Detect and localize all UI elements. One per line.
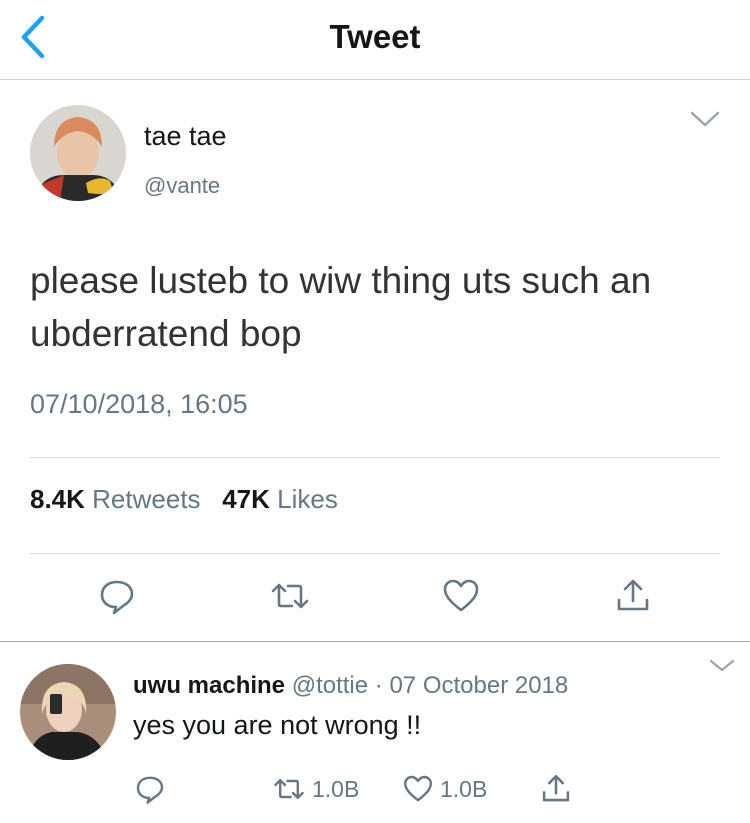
reply-action-bar: 1.0B 1.0B bbox=[0, 772, 750, 808]
retweet-icon bbox=[274, 779, 304, 799]
like-icon[interactable] bbox=[441, 576, 481, 616]
author-handle[interactable]: @vante bbox=[144, 173, 220, 199]
tweet-action-bar bbox=[0, 576, 750, 620]
navigation-bar: Tweet bbox=[0, 0, 750, 80]
reply-like-button[interactable]: 1.0B bbox=[402, 772, 487, 806]
likes-label[interactable]: Likes bbox=[277, 484, 338, 514]
share-icon[interactable] bbox=[613, 576, 653, 616]
section-separator bbox=[0, 641, 750, 642]
tweet-text: please lusteb to wiw thing uts such an u… bbox=[30, 260, 652, 354]
tweet-stats: 8.4K Retweets 47K Likes bbox=[30, 484, 338, 515]
author-name[interactable]: tae tae bbox=[144, 121, 227, 152]
avatar[interactable] bbox=[30, 105, 126, 201]
retweets-label[interactable]: Retweets bbox=[92, 484, 200, 514]
reply-retweet-button[interactable]: 1.0B bbox=[272, 772, 359, 806]
reply-likes-count: 1.0B bbox=[440, 775, 488, 802]
caret-down-icon[interactable] bbox=[708, 658, 736, 674]
reply-retweets-count: 1.0B bbox=[312, 775, 360, 802]
reply-icon[interactable] bbox=[97, 576, 137, 616]
reply-avatar[interactable] bbox=[20, 664, 116, 760]
reply-date: 07 October 2018 bbox=[389, 672, 569, 699]
retweets-count[interactable]: 8.4K bbox=[30, 484, 85, 514]
likes-count[interactable]: 47K bbox=[222, 484, 270, 514]
retweet-icon[interactable] bbox=[270, 576, 310, 616]
divider bbox=[30, 553, 720, 554]
tweet-timestamp: 07/10/2018, 16:05 bbox=[30, 389, 248, 419]
reply-meta-separator: · bbox=[374, 672, 383, 699]
reply-header: uwu machine @tottie · 07 October 2018 bbox=[133, 672, 568, 700]
reply-author-name[interactable]: uwu machine bbox=[133, 672, 285, 699]
caret-down-icon[interactable] bbox=[688, 107, 722, 131]
reply-author-handle[interactable]: @tottie bbox=[292, 672, 368, 699]
reply-text: yes you are not wrong !! bbox=[133, 710, 422, 740]
page-title: Tweet bbox=[329, 18, 421, 55]
like-icon bbox=[404, 775, 432, 802]
reply-icon[interactable] bbox=[134, 772, 166, 806]
divider bbox=[30, 457, 720, 458]
share-icon[interactable] bbox=[539, 772, 573, 806]
